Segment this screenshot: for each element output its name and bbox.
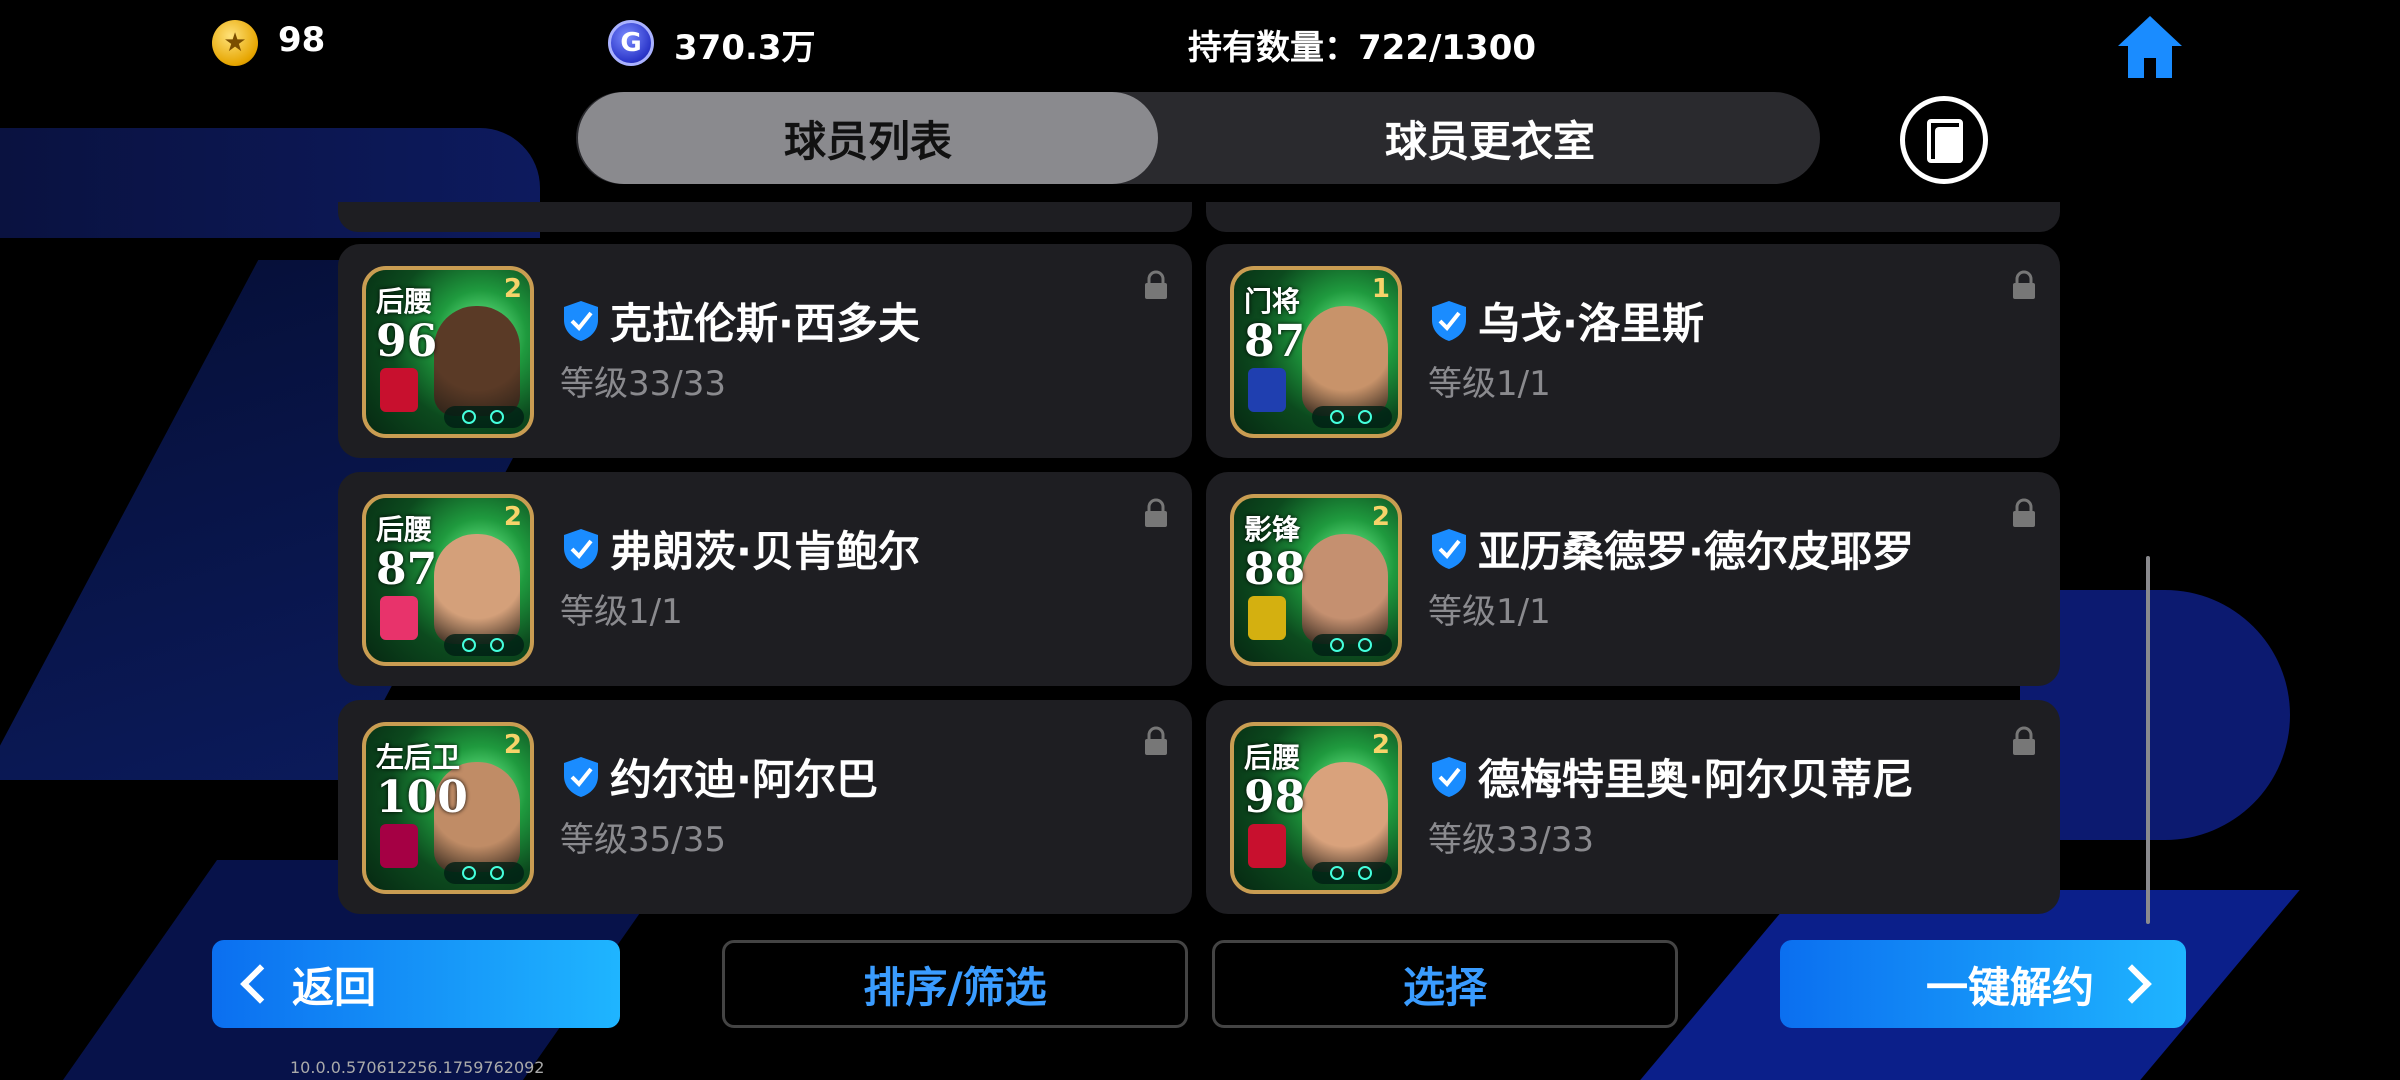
player-rating: 96 — [376, 316, 438, 367]
player-card[interactable]: 后腰 98 2 德梅特里奥·阿尔贝蒂尼等级33/33 — [1206, 700, 2060, 914]
player-rating: 87 — [1244, 316, 1306, 367]
club-badge-icon — [380, 596, 418, 640]
tab-player-list[interactable]: 球员列表 — [578, 92, 1158, 184]
player-face — [1302, 534, 1388, 644]
version-text: 10.0.0.570612256.1759762092 — [290, 1058, 545, 1077]
player-progress-level: 2 — [503, 502, 522, 532]
player-rating: 100 — [376, 772, 468, 823]
verified-shield-icon — [564, 757, 598, 797]
player-face — [1302, 306, 1388, 416]
player-card[interactable]: 影锋 88 2 亚历桑德罗·德尔皮耶罗等级1/1 — [1206, 472, 2060, 686]
player-progress-level: 2 — [1371, 730, 1390, 760]
skill-chips-icon — [1312, 634, 1392, 656]
release-all-button[interactable]: 一键解约 — [1780, 940, 2186, 1028]
lock-icon — [1145, 498, 1167, 527]
skill-chips-icon — [444, 406, 524, 428]
player-level: 等级35/35 — [560, 820, 726, 860]
player-position: 左后卫 — [376, 741, 461, 774]
player-rating: 88 — [1244, 544, 1306, 595]
sort-filter-button[interactable]: 排序/筛选 — [722, 940, 1188, 1028]
list-item-partial — [1206, 202, 2060, 232]
lock-icon — [1145, 726, 1167, 755]
coin-icon: ★ — [212, 20, 258, 66]
player-face — [434, 306, 520, 416]
chevron-left-icon — [240, 964, 280, 1004]
player-avatar: 影锋 88 2 — [1230, 494, 1402, 666]
lock-icon — [2013, 270, 2035, 299]
player-card[interactable]: 后腰 96 2 克拉伦斯·西多夫等级33/33 — [338, 244, 1192, 458]
player-progress-level: 2 — [1371, 502, 1390, 532]
verified-shield-icon — [564, 301, 598, 341]
player-position: 影锋 — [1244, 513, 1301, 546]
player-card[interactable]: 门将 87 1 乌戈·洛里斯等级1/1 — [1206, 244, 2060, 458]
club-badge-icon — [1248, 596, 1286, 640]
player-avatar: 门将 87 1 — [1230, 266, 1402, 438]
player-level: 等级1/1 — [1428, 592, 1551, 632]
gp-count: 370.3万 — [674, 28, 816, 68]
player-position: 后腰 — [376, 513, 433, 546]
player-name: 德梅特里奥·阿尔贝蒂尼 — [1478, 755, 1914, 804]
player-level: 等级1/1 — [560, 592, 683, 632]
scrollbar[interactable] — [2146, 556, 2150, 924]
back-label: 返回 — [292, 962, 377, 1012]
copy-icon[interactable] — [1900, 96, 1988, 184]
tab-bar: 球员列表 球员更衣室 — [576, 92, 1820, 184]
club-badge-icon — [380, 824, 418, 868]
coin-count: 98 — [278, 20, 326, 60]
tab-locker-room[interactable]: 球员更衣室 — [1160, 92, 1820, 184]
skill-chips-icon — [444, 862, 524, 884]
release-label: 一键解约 — [1925, 962, 2094, 1012]
verified-shield-icon — [1432, 529, 1466, 569]
verified-shield-icon — [564, 529, 598, 569]
verified-shield-icon — [1432, 757, 1466, 797]
player-rating: 87 — [376, 544, 438, 595]
player-level: 等级1/1 — [1428, 364, 1551, 404]
list-item-partial — [338, 202, 1192, 232]
player-position: 门将 — [1244, 285, 1301, 318]
gp-icon: G — [608, 20, 654, 66]
player-name: 约尔迪·阿尔巴 — [610, 755, 878, 804]
player-position: 后腰 — [1244, 741, 1301, 774]
player-progress-level: 2 — [503, 730, 522, 760]
player-face — [434, 534, 520, 644]
player-avatar: 后腰 96 2 — [362, 266, 534, 438]
player-progress-level: 1 — [1371, 274, 1390, 304]
status-bar: ★ 98 G 370.3万 持有数量：722/1300 — [0, 0, 2400, 86]
lock-icon — [1145, 270, 1167, 299]
home-icon[interactable] — [2116, 14, 2184, 80]
player-name: 乌戈·洛里斯 — [1478, 299, 1704, 348]
player-avatar: 后腰 87 2 — [362, 494, 534, 666]
club-badge-icon — [1248, 368, 1286, 412]
lock-icon — [2013, 726, 2035, 755]
player-avatar: 后腰 98 2 — [1230, 722, 1402, 894]
player-progress-level: 2 — [503, 274, 522, 304]
player-name: 亚历桑德罗·德尔皮耶罗 — [1478, 527, 1914, 576]
skill-chips-icon — [1312, 406, 1392, 428]
player-avatar: 左后卫 100 2 — [362, 722, 534, 894]
player-name: 克拉伦斯·西多夫 — [610, 299, 920, 348]
background-shape — [2020, 590, 2290, 840]
back-button[interactable]: 返回 — [212, 940, 620, 1028]
select-button[interactable]: 选择 — [1212, 940, 1678, 1028]
club-badge-icon — [380, 368, 418, 412]
player-level: 等级33/33 — [560, 364, 726, 404]
skill-chips-icon — [444, 634, 524, 656]
player-name: 弗朗茨·贝肯鲍尔 — [610, 527, 920, 576]
player-rating: 98 — [1244, 772, 1306, 823]
verified-shield-icon — [1432, 301, 1466, 341]
player-face — [1302, 762, 1388, 872]
club-badge-icon — [1248, 824, 1286, 868]
player-level: 等级33/33 — [1428, 820, 1594, 860]
player-card[interactable]: 后腰 87 2 弗朗茨·贝肯鲍尔等级1/1 — [338, 472, 1192, 686]
holding-count: 持有数量：722/1300 — [1188, 28, 1537, 68]
player-position: 后腰 — [376, 285, 433, 318]
player-card[interactable]: 左后卫 100 2 约尔迪·阿尔巴等级35/35 — [338, 700, 1192, 914]
skill-chips-icon — [1312, 862, 1392, 884]
lock-icon — [2013, 498, 2035, 527]
chevron-right-icon — [2112, 964, 2152, 1004]
